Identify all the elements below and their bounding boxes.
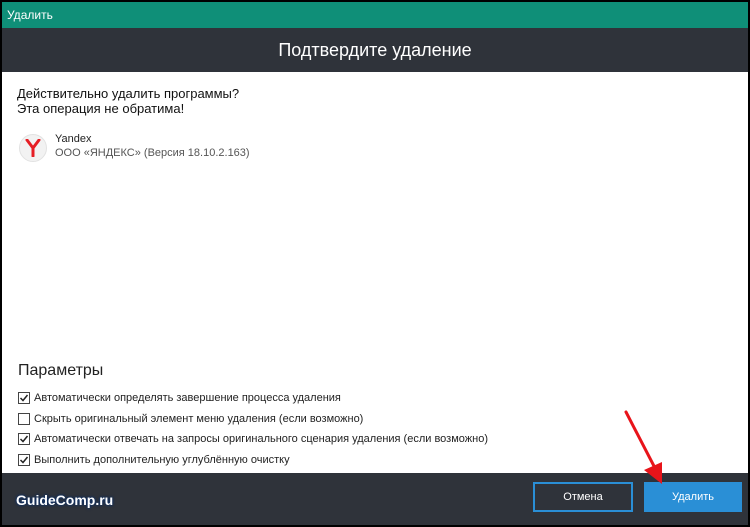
question-line-2: Эта операция не обратима! bbox=[17, 101, 185, 116]
option-label: Скрыть оригинальный элемент меню удалени… bbox=[34, 412, 364, 425]
yandex-browser-icon bbox=[19, 134, 47, 162]
watermark: GuideComp.ru bbox=[16, 492, 114, 508]
params-title: Параметры bbox=[18, 362, 104, 379]
program-entry: Yandex ООО «ЯНДЕКС» (Версия 18.10.2.163) bbox=[19, 132, 250, 162]
option-auto-detect[interactable]: Автоматически определять завершение проц… bbox=[18, 388, 488, 409]
question-line-1: Действительно удалить программы? bbox=[17, 86, 240, 101]
check-icon bbox=[19, 394, 29, 402]
dialog-title: Подтвердите удаление bbox=[278, 39, 472, 60]
option-deep-clean[interactable]: Выполнить дополнительную углублённую очи… bbox=[18, 450, 488, 471]
option-hide-menu-item[interactable]: Скрыть оригинальный элемент меню удалени… bbox=[18, 409, 488, 430]
options-list: Автоматически определять завершение проц… bbox=[18, 388, 488, 470]
checkbox-checked[interactable] bbox=[18, 392, 30, 405]
window-title: Удалить bbox=[7, 8, 53, 22]
window-titlebar[interactable]: Удалить bbox=[2, 2, 748, 28]
checkbox-checked[interactable] bbox=[18, 433, 30, 446]
red-arrow-annotation bbox=[624, 410, 662, 484]
cancel-button[interactable]: Отмена bbox=[533, 482, 633, 512]
program-name: Yandex bbox=[55, 133, 92, 145]
option-label: Выполнить дополнительную углублённую очи… bbox=[34, 453, 290, 466]
option-auto-answer[interactable]: Автоматически отвечать на запросы оригин… bbox=[18, 429, 488, 450]
program-publisher: ООО «ЯНДЕКС» (Версия 18.10.2.163) bbox=[55, 147, 250, 159]
dialog-header: Подтвердите удаление bbox=[2, 28, 748, 72]
confirm-question: Действительно удалить программы? Эта опе… bbox=[17, 86, 239, 116]
option-label: Автоматически определять завершение проц… bbox=[34, 392, 341, 405]
checkbox-unchecked[interactable] bbox=[18, 412, 30, 425]
option-label: Автоматически отвечать на запросы оригин… bbox=[34, 433, 488, 446]
checkbox-checked[interactable] bbox=[18, 453, 30, 466]
check-icon bbox=[19, 456, 29, 464]
check-icon bbox=[19, 435, 29, 443]
